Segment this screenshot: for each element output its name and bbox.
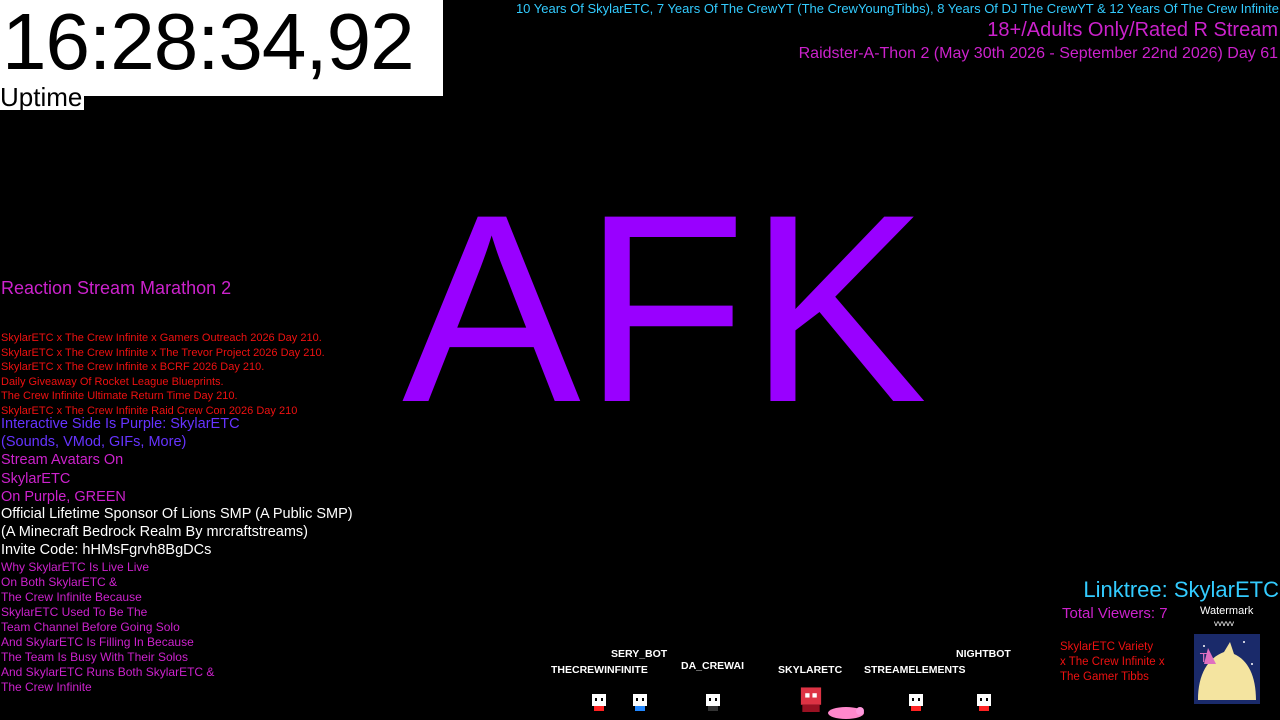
sponsor-line: (A Minecraft Bedrock Realm By mrcraftstr… <box>1 524 308 540</box>
uptime-label: Uptime <box>0 82 85 112</box>
chatter-avatar-icon <box>909 694 923 711</box>
event-line: The Crew Infinite Ultimate Return Time D… <box>1 390 238 402</box>
why-line: And SkylarETC Runs Both SkylarETC & <box>1 665 215 679</box>
watermark-label: Watermark <box>1200 605 1254 617</box>
why-line: SkylarETC Used To Be The <box>1 605 148 619</box>
interactive-info: Interactive Side Is Purple: SkylarETC (S… <box>1 415 240 451</box>
interactive-line: (Sounds, VMod, GIFs, More) <box>1 434 187 450</box>
uptime-clock: 16:28:34,92 <box>2 0 415 86</box>
marathon-title: Reaction Stream Marathon 2 <box>1 278 232 298</box>
chatter-name: STREAMELEMENTS <box>864 664 966 676</box>
raidster-a-thon-banner: Raidster-A-Thon 2 (May 30th 2026 - Septe… <box>798 45 1278 62</box>
svg-text:T: T <box>1199 651 1208 665</box>
why-line: The Crew Infinite <box>1 680 92 694</box>
stream-overlay: 16:28:34,92 Uptime 10 Years Of SkylarETC… <box>0 0 1280 720</box>
watermark-sub: vvvvv <box>1214 619 1234 628</box>
variety-line: x The Crew Infinite x <box>1060 656 1165 668</box>
avatars-line: On Purple, GREEN <box>1 489 126 505</box>
event-list: SkylarETC x The Crew Infinite x Gamers O… <box>1 331 325 418</box>
chatter-avatar-icon <box>706 694 720 711</box>
variety-line: The Gamer Tibbs <box>1060 671 1149 683</box>
watermark-logo-icon: T <box>1194 634 1260 704</box>
variety-info: SkylarETC Variety x The Crew Infinite x … <box>1060 640 1165 685</box>
interactive-line: Interactive Side Is Purple: SkylarETC <box>1 416 240 432</box>
chatter-name: SERY_BOT <box>611 648 668 660</box>
event-line: SkylarETC x The Crew Infinite x BCRF 202… <box>1 361 265 373</box>
chatter-name: SKYLARETC <box>778 664 843 676</box>
pet-avatar-icon <box>828 707 864 719</box>
why-line: The Team Is Busy With Their Solos <box>1 650 188 664</box>
sponsor-info: Official Lifetime Sponsor Of Lions SMP (… <box>1 505 353 559</box>
event-line: SkylarETC x The Crew Infinite x Gamers O… <box>1 332 322 344</box>
avatars-line: Stream Avatars On <box>1 452 124 468</box>
why-line: The Crew Infinite Because <box>1 590 142 604</box>
years-banner: 10 Years Of SkylarETC, 7 Years Of The Cr… <box>515 1 1279 16</box>
event-line: SkylarETC x The Crew Infinite x The Trev… <box>1 346 325 359</box>
chatter-name: DA_CREWAI <box>681 660 745 672</box>
chatter-name: THECREWINFINITE <box>551 664 648 676</box>
chatter-avatar-icon <box>592 694 606 711</box>
total-viewers: Total Viewers: 7 <box>1062 605 1168 622</box>
afk-status: AFK <box>402 158 930 458</box>
chatter-avatar-icon <box>633 694 647 711</box>
rating-notice: 18+/Adults Only/Rated R Stream <box>987 19 1278 41</box>
chatter-avatar-icon <box>800 687 822 712</box>
avatars-line: SkylarETC <box>1 470 71 487</box>
why-live-info: Why SkylarETC Is Live Live On Both Skyla… <box>1 560 214 695</box>
why-line: On Both SkylarETC & <box>1 575 118 589</box>
chatter-avatar-icon <box>977 694 991 711</box>
why-line: Team Channel Before Going Solo <box>1 620 180 634</box>
stream-avatars-info: Stream Avatars On SkylarETC On Purple, G… <box>1 451 126 507</box>
variety-line: SkylarETC Variety <box>1060 641 1154 653</box>
event-line: Daily Giveaway Of Rocket League Blueprin… <box>1 375 224 388</box>
why-line: Why SkylarETC Is Live Live <box>1 560 150 574</box>
why-line: And SkylarETC Is Filling In Because <box>1 635 194 649</box>
sponsor-line: Official Lifetime Sponsor Of Lions SMP (… <box>1 506 353 522</box>
chatter-name: NIGHTBOT <box>956 648 1011 660</box>
linktree-label: Linktree: SkylarETC <box>1083 577 1279 602</box>
invite-code: Invite Code: hHMsFgrvh8BgDCs <box>1 542 212 558</box>
